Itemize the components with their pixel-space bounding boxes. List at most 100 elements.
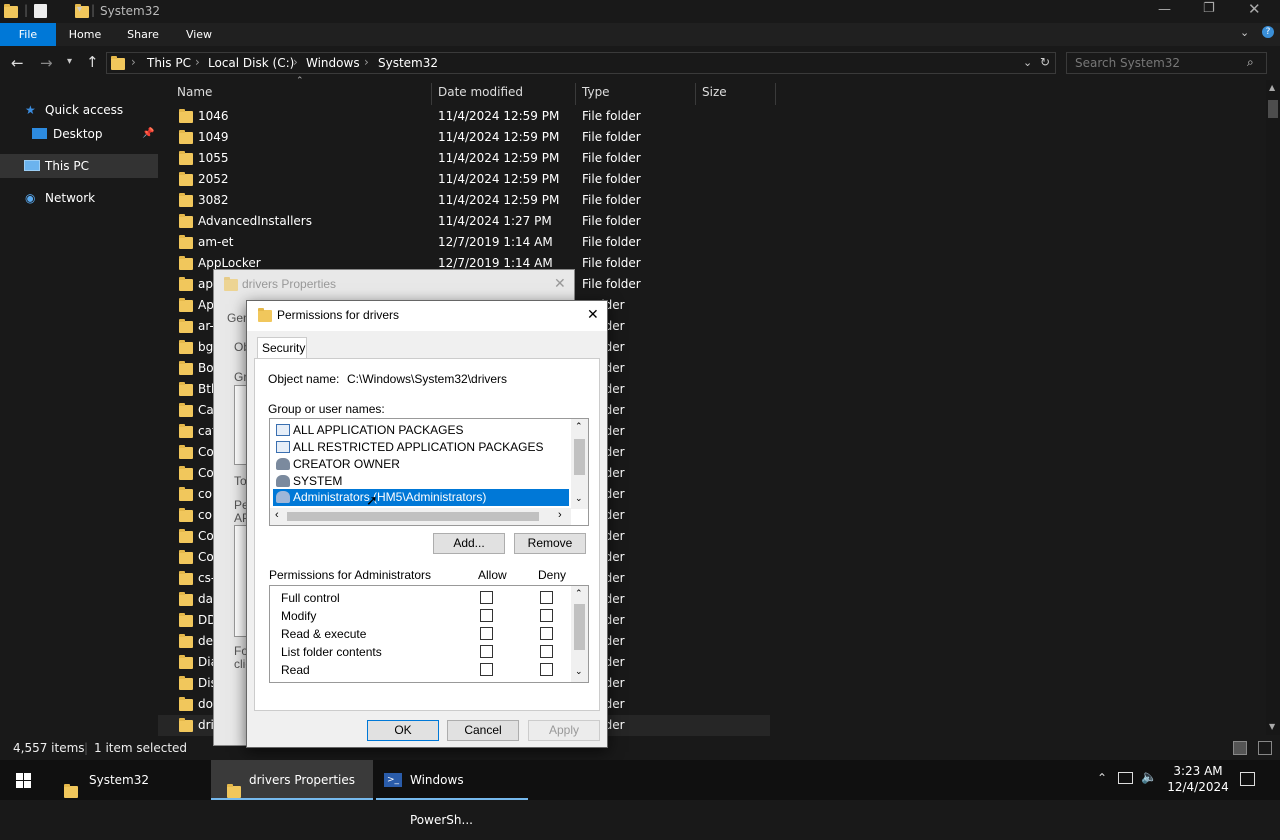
table-row[interactable]: AdvancedInstallers 11/4/2024 1:27 PM File … (158, 211, 778, 232)
add-button[interactable]: Add... (433, 533, 505, 554)
table-row[interactable]: 1046 11/4/2024 12:59 PM File folder (158, 106, 778, 127)
close-icon[interactable]: ✕ (587, 306, 599, 323)
table-row[interactable]: 3082 11/4/2024 12:59 PM File folder (158, 190, 778, 211)
list-item-selected[interactable]: Administrators (HM5\Administrators) (273, 489, 569, 506)
sidebar-item-desktop[interactable]: Desktop 📌 (0, 123, 158, 145)
allow-checkbox[interactable] (480, 645, 493, 658)
large-icons-view-icon[interactable] (1258, 741, 1272, 755)
tab-home[interactable]: Home (58, 23, 112, 46)
restore-button[interactable]: ❐ (1203, 1, 1215, 16)
group-list-vscroll[interactable]: ⌃ ⌄ (571, 419, 588, 509)
permissions-vscroll[interactable]: ⌃ ⌄ (571, 586, 588, 682)
table-row[interactable]: am-et 12/7/2019 1:14 AM File folder (158, 232, 778, 253)
scroll-down-icon[interactable]: ▼ (1269, 722, 1275, 731)
breadcrumb-chevron-icon[interactable]: › (195, 55, 200, 69)
volume-muted-icon[interactable]: 🔈 (1141, 770, 1157, 785)
allow-checkbox[interactable] (480, 591, 493, 604)
sidebar-item-network[interactable]: ◉ Network (0, 187, 158, 209)
start-button[interactable] (0, 760, 46, 800)
close-button[interactable]: ✕ (1248, 0, 1261, 18)
breadcrumb-chevron-icon[interactable]: › (364, 55, 369, 69)
status-bar: 4,557 items | 1 item selected (0, 737, 1280, 760)
cancel-button[interactable]: Cancel (447, 720, 519, 741)
scroll-up-icon[interactable]: ⌃ (575, 421, 583, 432)
network-status-icon[interactable] (1118, 772, 1133, 784)
expand-ribbon-icon[interactable]: ⌄ (1240, 26, 1249, 39)
deny-checkbox[interactable] (540, 663, 553, 676)
scrollbar-thumb[interactable] (287, 512, 539, 521)
quick-access-dropdown-icon[interactable]: ▾ (77, 4, 82, 15)
clock[interactable]: 3:23 AM 12/4/2024 (1166, 763, 1230, 797)
column-header-type[interactable]: Type (582, 85, 610, 99)
column-header-size[interactable]: Size (702, 85, 727, 99)
breadcrumb-system32[interactable]: System32 (378, 56, 438, 70)
allow-checkbox[interactable] (480, 609, 493, 622)
folder-icon (179, 634, 193, 648)
sidebar-item-quick-access[interactable]: ★ Quick access (0, 99, 158, 121)
column-divider[interactable] (695, 83, 696, 105)
column-divider[interactable] (431, 83, 432, 105)
deny-checkbox[interactable] (540, 591, 553, 604)
tab-share[interactable]: Share (116, 23, 170, 46)
pin-icon[interactable]: 📌 (142, 123, 154, 145)
search-input[interactable]: Search System32 ⌕ (1066, 52, 1267, 74)
search-icon[interactable]: ⌕ (1247, 55, 1254, 70)
details-view-icon[interactable] (1233, 741, 1247, 755)
table-row[interactable]: 1049 11/4/2024 12:59 PM File folder (158, 127, 778, 148)
ok-button[interactable]: OK (367, 720, 439, 741)
breadcrumb-this-pc[interactable]: This PC (147, 56, 191, 70)
vertical-scrollbar[interactable]: ▲ ▼ (1266, 80, 1280, 735)
breadcrumb-windows[interactable]: Windows (306, 56, 360, 70)
tab-view[interactable]: View (172, 23, 226, 46)
taskbar-item-explorer[interactable]: System32 (48, 760, 208, 800)
recent-locations-icon[interactable]: ▾ (67, 56, 72, 67)
scrollbar-thumb[interactable] (1268, 100, 1278, 118)
permission-row: Modify (270, 608, 570, 626)
taskbar-item-properties[interactable]: drivers Properties (211, 760, 373, 800)
scroll-left-icon[interactable]: ‹ (275, 509, 279, 521)
allow-checkbox[interactable] (480, 663, 493, 676)
deny-checkbox[interactable] (540, 627, 553, 640)
breadcrumb-chevron-icon[interactable]: › (131, 55, 136, 69)
column-divider[interactable] (575, 83, 576, 105)
file-name: ar- (198, 319, 214, 333)
minimize-button[interactable]: — (1158, 2, 1171, 17)
help-icon[interactable]: ? (1262, 26, 1274, 38)
scroll-down-icon[interactable]: ⌄ (575, 493, 583, 504)
close-icon[interactable]: ✕ (554, 275, 566, 292)
column-divider[interactable] (775, 83, 776, 105)
scroll-right-icon[interactable]: › (558, 509, 562, 521)
scroll-up-icon[interactable]: ⌃ (575, 588, 583, 599)
notifications-icon[interactable] (1240, 772, 1255, 786)
scroll-down-icon[interactable]: ⌄ (575, 666, 583, 677)
tab-file[interactable]: File (0, 23, 56, 46)
scrollbar-thumb[interactable] (574, 439, 585, 475)
column-header-date[interactable]: Date modified (438, 85, 523, 99)
scrollbar-thumb[interactable] (574, 604, 585, 650)
address-box[interactable]: › This PC › Local Disk (C:) › Windows › … (106, 52, 1056, 74)
scroll-up-icon[interactable]: ▲ (1269, 83, 1275, 92)
address-dropdown-icon[interactable]: ⌄ (1023, 56, 1032, 69)
up-arrow-icon[interactable]: ↑ (86, 53, 99, 71)
breadcrumb-chevron-icon[interactable]: › (293, 55, 298, 69)
table-row[interactable]: 1055 11/4/2024 12:59 PM File folder (158, 148, 778, 169)
tab-security[interactable]: Security (257, 337, 307, 359)
deny-checkbox[interactable] (540, 645, 553, 658)
back-arrow-icon[interactable]: ← (11, 54, 24, 72)
sidebar-item-this-pc[interactable]: This PC (0, 154, 158, 178)
group-list[interactable]: ALL APPLICATION PACKAGES ALL RESTRICTED … (269, 418, 589, 526)
column-header-name[interactable]: Name (177, 85, 212, 99)
allow-checkbox[interactable] (480, 627, 493, 640)
table-row[interactable]: 2052 11/4/2024 12:59 PM File folder (158, 169, 778, 190)
deny-column-label: Deny (538, 568, 567, 582)
apply-button[interactable]: Apply (528, 720, 600, 741)
breadcrumb-local-disk[interactable]: Local Disk (C:) (208, 56, 294, 70)
remove-button[interactable]: Remove (514, 533, 586, 554)
deny-checkbox[interactable] (540, 609, 553, 622)
properties-icon[interactable] (34, 4, 47, 18)
forward-arrow-icon[interactable]: → (40, 54, 53, 72)
refresh-icon[interactable]: ↻ (1040, 55, 1050, 69)
group-list-hscroll[interactable]: ‹ › (270, 508, 571, 525)
show-hidden-icons-icon[interactable]: ⌃ (1097, 771, 1107, 785)
taskbar-item-powershell[interactable]: >_ Windows PowerSh... (376, 760, 528, 827)
